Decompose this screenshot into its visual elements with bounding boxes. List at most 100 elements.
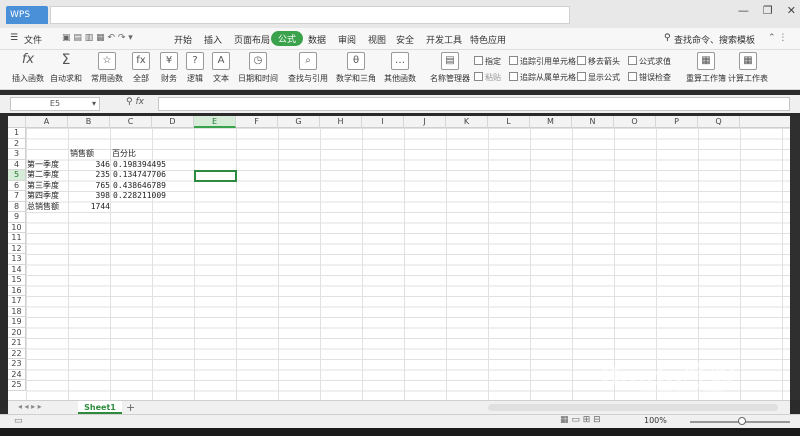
column-header-D[interactable]: D — [152, 116, 194, 128]
text-button[interactable]: A 文本 — [212, 52, 230, 84]
ribbon-collapse-icon[interactable]: ⌃ ⋮ — [768, 33, 787, 43]
app-tab[interactable]: WPS — [6, 6, 48, 24]
common-functions-button[interactable]: ☆ 常用函数 — [91, 52, 123, 84]
cell-A5[interactable]: 第三季度 — [27, 181, 59, 192]
row-header-10[interactable]: 10 — [8, 222, 26, 233]
column-header-C[interactable]: C — [110, 116, 152, 128]
recalc-workbook-button[interactable]: ▦ 重算工作簿 — [686, 52, 726, 84]
tab-insert[interactable]: 插入 — [204, 33, 222, 46]
row-header-13[interactable]: 13 — [8, 254, 26, 265]
tab-page-layout[interactable]: 页面布局 — [234, 33, 270, 46]
row-header-1[interactable]: 1 — [8, 128, 26, 139]
cell-A4[interactable]: 第二季度 — [27, 170, 59, 181]
evaluate-formula-button[interactable]: 公式求值 — [628, 56, 671, 67]
row-header-12[interactable]: 12 — [8, 243, 26, 254]
cell-B6[interactable]: 398 — [70, 191, 110, 202]
logical-button[interactable]: ? 逻辑 — [186, 52, 204, 84]
all-functions-button[interactable]: fx 全部 — [132, 52, 150, 84]
cell-C2[interactable]: 百分比 — [112, 149, 136, 160]
tab-view[interactable]: 视图 — [368, 33, 386, 46]
sheet-nav-arrows[interactable]: ◂ ◂ ▸ ▸ — [18, 402, 42, 411]
financial-button[interactable]: ¥ 财务 — [160, 52, 178, 84]
search-icon[interactable]: ⚲ — [664, 33, 671, 43]
zoom-slider-thumb[interactable] — [738, 417, 746, 425]
column-header-B[interactable]: B — [68, 116, 110, 128]
row-header-25[interactable]: 25 — [8, 380, 26, 391]
row-header-3[interactable]: 3 — [8, 149, 26, 160]
row-header-19[interactable]: 19 — [8, 317, 26, 328]
minimize-button[interactable]: — — [738, 4, 749, 17]
error-check-button[interactable]: 错误检查 — [628, 72, 671, 83]
row-header-5[interactable]: 5 — [8, 170, 26, 181]
active-cell-E5[interactable] — [194, 170, 237, 182]
tab-home[interactable]: 开始 — [174, 33, 192, 46]
vertical-scrollbar[interactable] — [790, 116, 800, 400]
row-header-21[interactable]: 21 — [8, 338, 26, 349]
row-header-22[interactable]: 22 — [8, 348, 26, 359]
remove-arrows-button[interactable]: 移去箭头 — [577, 56, 620, 67]
column-header-O[interactable]: O — [614, 116, 656, 128]
horizontal-scrollbar[interactable] — [488, 404, 778, 411]
row-header-18[interactable]: 18 — [8, 306, 26, 317]
sheet-tab-sheet1[interactable]: Sheet1 — [78, 401, 122, 414]
calc-sheet-button[interactable]: ▦ 计算工作表 — [728, 52, 768, 84]
row-header-6[interactable]: 6 — [8, 180, 26, 191]
name-manager-button[interactable]: ▤ 名称管理器 — [430, 52, 470, 84]
maximize-button[interactable]: ❐ — [763, 4, 773, 17]
tab-data[interactable]: 数据 — [308, 33, 326, 46]
close-button[interactable]: ✕ — [787, 4, 796, 17]
paste-button[interactable]: 粘贴 — [474, 72, 501, 83]
cell-B3[interactable]: 346 — [70, 160, 110, 171]
row-header-15[interactable]: 15 — [8, 275, 26, 286]
formula-input[interactable] — [158, 97, 790, 111]
tab-review[interactable]: 审阅 — [338, 33, 356, 46]
trace-dependents-button[interactable]: 追踪从属单元格 — [509, 72, 576, 83]
zoom-level[interactable]: 100% — [644, 416, 667, 425]
hamburger-icon[interactable]: ☰ — [10, 33, 18, 43]
cell-A6[interactable]: 第四季度 — [27, 191, 59, 202]
cell-B5[interactable]: 765 — [70, 181, 110, 192]
cell-C3[interactable]: 0.198394495 — [113, 160, 166, 171]
insert-function-button[interactable]: fx 插入函数 — [12, 52, 44, 84]
menu-file[interactable]: 文件 — [24, 33, 42, 46]
cell-B2[interactable]: 销售额 — [70, 149, 94, 160]
row-header-9[interactable]: 9 — [8, 212, 26, 223]
row-header-20[interactable]: 20 — [8, 327, 26, 338]
tab-formulas[interactable]: 公式 — [271, 31, 304, 46]
tab-security[interactable]: 安全 — [396, 33, 414, 46]
quick-access-icons[interactable]: ▣ ▤ ▥ ▦ ↶ ↷ ▾ — [62, 33, 133, 43]
fx-label[interactable]: fx — [135, 97, 144, 107]
math-trig-button[interactable]: θ 数学和三角 — [336, 52, 376, 84]
column-header-J[interactable]: J — [404, 116, 446, 128]
cell-A7[interactable]: 总销售额 — [27, 202, 59, 213]
column-header-N[interactable]: N — [572, 116, 614, 128]
cell-A3[interactable]: 第一季度 — [27, 160, 59, 171]
view-mode-icons[interactable]: ▦ ▭ ⊞ ⊟ — [560, 415, 601, 425]
column-header-I[interactable]: I — [362, 116, 404, 128]
row-header-14[interactable]: 14 — [8, 264, 26, 275]
column-header-P[interactable]: P — [656, 116, 698, 128]
row-header-11[interactable]: 11 — [8, 233, 26, 244]
column-header-A[interactable]: A — [26, 116, 68, 128]
more-functions-button[interactable]: … 其他函数 — [384, 52, 416, 84]
row-header-23[interactable]: 23 — [8, 359, 26, 370]
tab-developer[interactable]: 开发工具 — [426, 33, 462, 46]
column-header-M[interactable]: M — [530, 116, 572, 128]
autosum-button[interactable]: Σ 自动求和 — [50, 52, 82, 84]
row-header-2[interactable]: 2 — [8, 138, 26, 149]
row-header-16[interactable]: 16 — [8, 285, 26, 296]
column-header-F[interactable]: F — [236, 116, 278, 128]
cell-C4[interactable]: 0.134747706 — [113, 170, 166, 181]
select-all-corner[interactable] — [8, 116, 26, 128]
document-tab[interactable] — [50, 6, 570, 24]
row-header-4[interactable]: 4 — [8, 159, 26, 170]
cell-B4[interactable]: 235 — [70, 170, 110, 181]
date-time-button[interactable]: ◷ 日期和时间 — [238, 52, 278, 84]
column-header-L[interactable]: L — [488, 116, 530, 128]
name-box[interactable]: E5 ▾ — [10, 97, 100, 111]
column-header-K[interactable]: K — [446, 116, 488, 128]
row-header-24[interactable]: 24 — [8, 369, 26, 380]
add-sheet-button[interactable]: + — [126, 401, 135, 414]
column-header-G[interactable]: G — [278, 116, 320, 128]
column-header-Q[interactable]: Q — [698, 116, 740, 128]
